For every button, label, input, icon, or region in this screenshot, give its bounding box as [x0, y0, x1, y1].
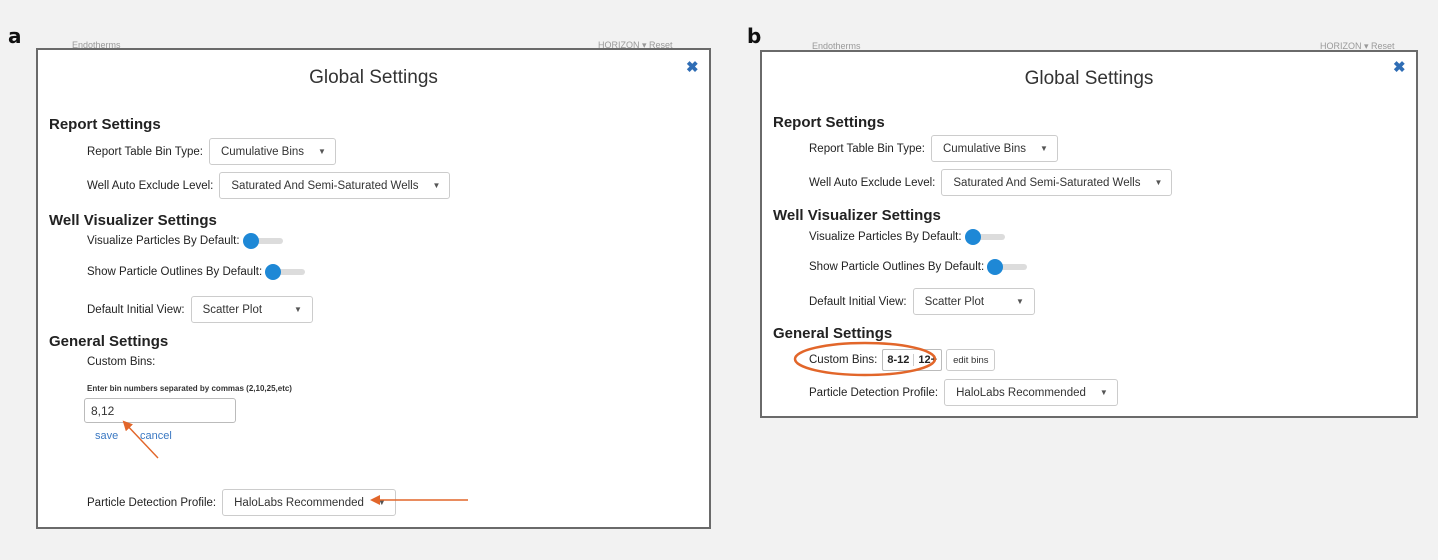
initial-view-select[interactable]: Scatter Plot ▼ — [912, 288, 1035, 315]
custom-bins-label: Custom Bins: — [809, 354, 878, 366]
bin-type-row: Report Table Bin Type: Cumulative Bins ▼ — [809, 135, 1058, 162]
visualize-particles-label: Visualize Particles By Default: — [87, 235, 240, 247]
edit-bins-button[interactable]: edit bins — [946, 349, 996, 371]
exclude-level-row: Well Auto Exclude Level: Saturated And S… — [87, 172, 451, 199]
visualizer-settings-heading: Well Visualizer Settings — [773, 207, 941, 224]
report-settings-heading: Report Settings — [49, 116, 161, 133]
modal-title: Global Settings — [1024, 68, 1154, 89]
report-settings-heading: Report Settings — [773, 114, 885, 131]
visualize-particles-toggle[interactable] — [242, 233, 283, 249]
global-settings-modal-b: Global Settings ✖ Report Settings Report… — [760, 50, 1418, 418]
bin-chip: 8-12 — [887, 354, 910, 366]
exclude-level-row: Well Auto Exclude Level: Saturated And S… — [809, 169, 1173, 196]
caret-down-icon: ▼ — [1099, 388, 1108, 397]
caret-down-icon: ▼ — [1154, 178, 1163, 187]
save-link[interactable]: save — [95, 430, 118, 442]
particle-outlines-row: Show Particle Outlines By Default: — [809, 259, 1028, 275]
exclude-level-select[interactable]: Saturated And Semi-Saturated Wells ▼ — [941, 169, 1173, 196]
custom-bins-row: Custom Bins: 8-12 12+ edit bins — [809, 349, 996, 371]
panel-label-a: a — [8, 24, 22, 48]
bin-type-select[interactable]: Cumulative Bins ▼ — [208, 138, 336, 165]
exclude-level-value: Saturated And Semi-Saturated Wells — [231, 179, 419, 192]
detection-profile-label: Particle Detection Profile: — [809, 386, 939, 399]
detection-profile-row: Particle Detection Profile: HaloLabs Rec… — [87, 489, 396, 516]
exclude-level-label: Well Auto Exclude Level: — [809, 176, 936, 189]
visualize-particles-toggle[interactable] — [964, 229, 1005, 245]
detection-profile-select[interactable]: HaloLabs Recommended ▼ — [222, 489, 396, 516]
exclude-level-value: Saturated And Semi-Saturated Wells — [953, 176, 1141, 189]
general-settings-heading: General Settings — [773, 325, 893, 342]
detection-profile-select[interactable]: HaloLabs Recommended ▼ — [944, 379, 1118, 406]
close-icon[interactable]: ✖ — [1393, 60, 1406, 75]
custom-bins-input[interactable] — [84, 398, 236, 423]
initial-view-value: Scatter Plot — [924, 295, 985, 308]
particle-outlines-label: Show Particle Outlines By Default: — [809, 261, 985, 273]
initial-view-select[interactable]: Scatter Plot ▼ — [190, 296, 313, 323]
exclude-level-label: Well Auto Exclude Level: — [87, 179, 214, 192]
general-settings-heading: General Settings — [49, 333, 169, 350]
visualizer-settings-heading: Well Visualizer Settings — [49, 212, 217, 229]
detection-profile-row: Particle Detection Profile: HaloLabs Rec… — [809, 379, 1118, 406]
initial-view-row: Default Initial View: Scatter Plot ▼ — [87, 296, 313, 323]
bin-type-select[interactable]: Cumulative Bins ▼ — [930, 135, 1058, 162]
particle-outlines-row: Show Particle Outlines By Default: — [87, 264, 306, 280]
particle-outlines-toggle[interactable] — [987, 259, 1028, 275]
caret-down-icon: ▼ — [1016, 297, 1024, 306]
initial-view-label: Default Initial View: — [87, 303, 185, 316]
visualize-particles-label: Visualize Particles By Default: — [809, 231, 962, 243]
panel-label-b: b — [747, 24, 762, 48]
initial-view-value: Scatter Plot — [202, 303, 263, 316]
close-icon[interactable]: ✖ — [686, 60, 699, 75]
custom-bins-hint: Enter bin numbers separated by commas (2… — [87, 384, 292, 393]
detection-profile-value: HaloLabs Recommended — [956, 386, 1086, 399]
exclude-level-select[interactable]: Saturated And Semi-Saturated Wells ▼ — [219, 172, 451, 199]
cancel-link[interactable]: cancel — [140, 430, 172, 442]
particle-outlines-toggle[interactable] — [265, 264, 306, 280]
visualize-particles-row: Visualize Particles By Default: — [87, 233, 283, 249]
bin-type-value: Cumulative Bins — [942, 142, 1027, 155]
bin-type-row: Report Table Bin Type: Cumulative Bins ▼ — [87, 138, 336, 165]
caret-down-icon: ▼ — [318, 147, 326, 156]
caret-down-icon: ▼ — [1040, 144, 1048, 153]
modal-title: Global Settings — [309, 67, 438, 88]
particle-outlines-label: Show Particle Outlines By Default: — [87, 266, 263, 278]
detection-profile-value: HaloLabs Recommended — [234, 496, 364, 509]
caret-down-icon: ▼ — [432, 181, 441, 190]
initial-view-row: Default Initial View: Scatter Plot ▼ — [809, 288, 1035, 315]
caret-down-icon: ▼ — [294, 305, 302, 314]
bin-type-value: Cumulative Bins — [220, 145, 305, 158]
bin-chip: 12+ — [913, 354, 941, 366]
detection-profile-label: Particle Detection Profile: — [87, 496, 217, 509]
custom-bins-chips: 8-12 12+ — [882, 349, 943, 371]
bin-type-label: Report Table Bin Type: — [809, 142, 925, 155]
initial-view-label: Default Initial View: — [809, 295, 907, 308]
bin-type-label: Report Table Bin Type: — [87, 145, 203, 158]
custom-bins-label: Custom Bins: — [87, 356, 156, 368]
global-settings-modal-a: Global Settings ✖ Report Settings Report… — [36, 48, 711, 529]
caret-down-icon: ▼ — [377, 498, 386, 507]
visualize-particles-row: Visualize Particles By Default: — [809, 229, 1005, 245]
